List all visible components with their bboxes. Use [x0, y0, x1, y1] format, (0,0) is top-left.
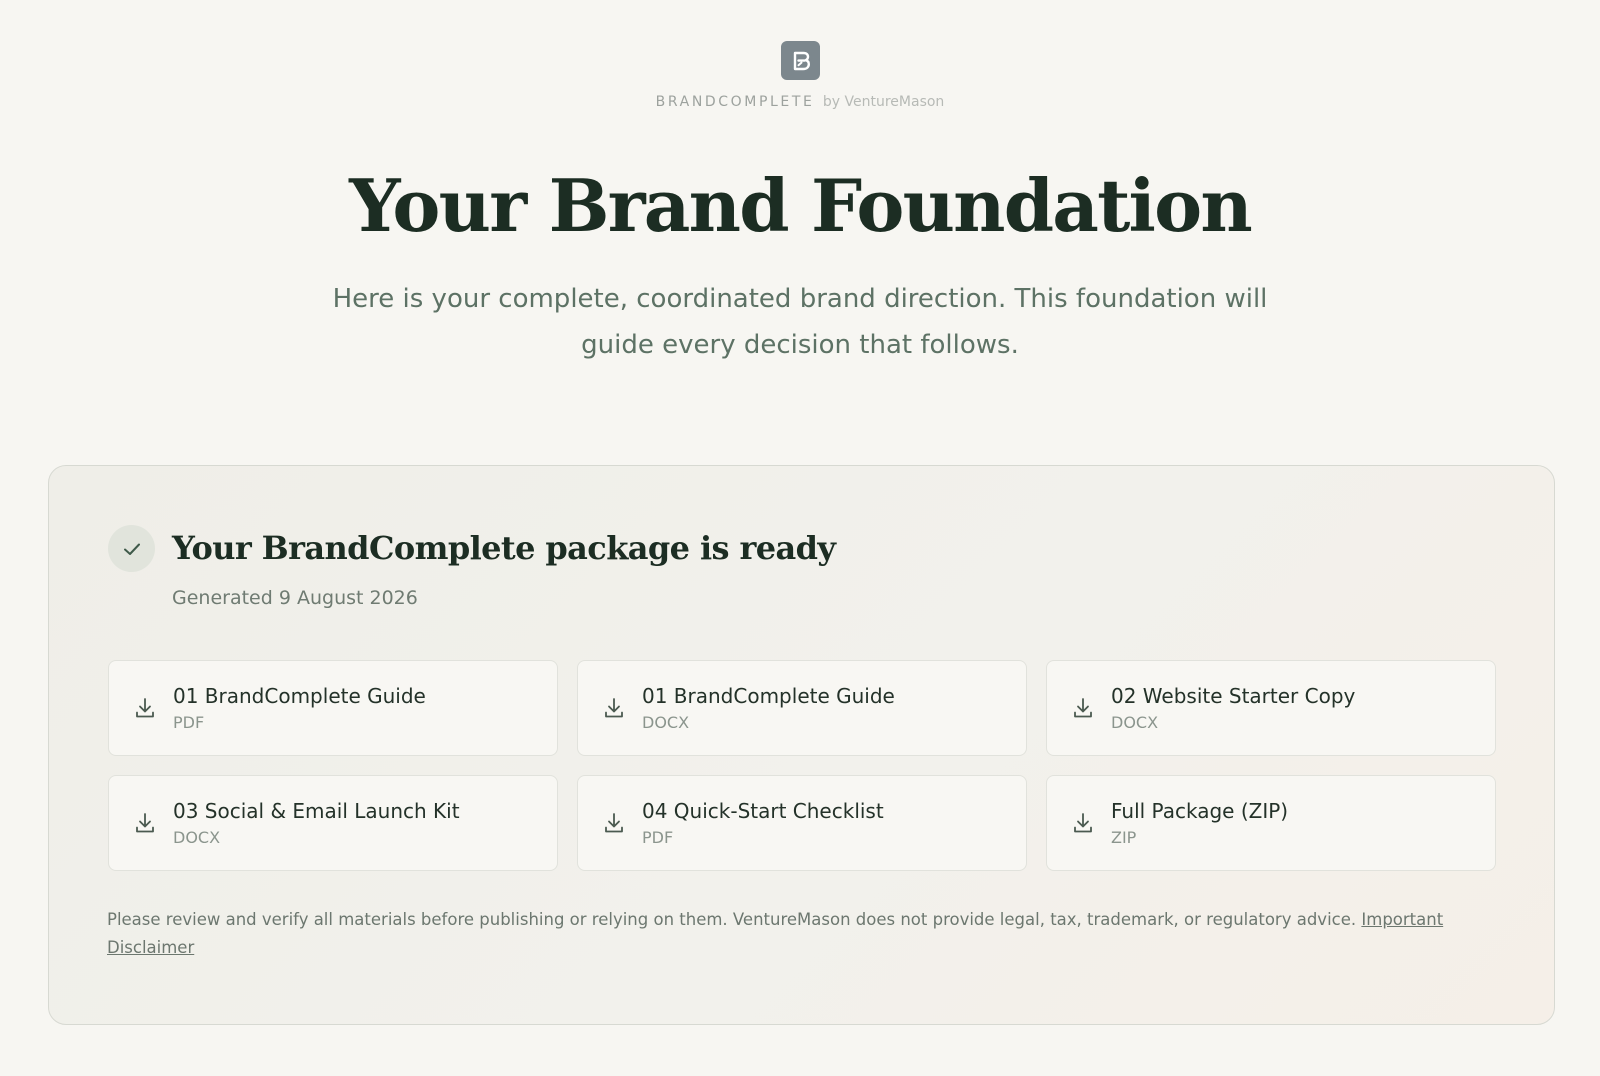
disclaimer-text: Please review and verify all materials b…	[107, 910, 1357, 929]
checkmark-icon	[123, 543, 140, 555]
file-format: PDF	[642, 828, 674, 847]
download-card-guide-docx[interactable]: 01 BrandComplete Guide DOCX	[577, 660, 1027, 756]
download-card-checklist[interactable]: 04 Quick-Start Checklist PDF	[577, 775, 1027, 871]
brand-b-logo-icon	[793, 51, 810, 70]
download-icon	[136, 813, 154, 833]
package-ready-title: Your BrandComplete package is ready	[172, 529, 836, 567]
file-format: PDF	[173, 713, 205, 732]
download-icon	[605, 698, 623, 718]
brand-name: BRANDCOMPLETE	[655, 94, 815, 110]
download-grid: 01 BrandComplete Guide PDF 01 BrandCompl…	[108, 660, 1496, 871]
download-card-website-copy[interactable]: 02 Website Starter Copy DOCX	[1046, 660, 1496, 756]
file-name: 04 Quick-Start Checklist	[642, 799, 884, 823]
download-icon	[1074, 813, 1092, 833]
ready-badge	[108, 525, 155, 572]
download-icon	[136, 698, 154, 718]
file-format: DOCX	[1111, 713, 1159, 732]
disclaimer: Please review and verify all materials b…	[107, 906, 1497, 962]
file-name: 03 Social & Email Launch Kit	[173, 799, 460, 823]
file-format: ZIP	[1111, 828, 1137, 847]
download-card-social-email-kit[interactable]: 03 Social & Email Launch Kit DOCX	[108, 775, 558, 871]
page: BRANDCOMPLETE by VentureMason Your Brand…	[0, 0, 1600, 1076]
file-name: Full Package (ZIP)	[1111, 799, 1289, 823]
generated-date: Generated 9 August 2026	[172, 587, 418, 609]
page-subtitle: Here is your complete, coordinated brand…	[332, 284, 1268, 360]
page-title: Your Brand Foundation	[349, 163, 1253, 248]
file-name: 01 BrandComplete Guide	[173, 684, 426, 708]
brand-byline: by VentureMason	[822, 94, 945, 110]
download-icon	[1074, 698, 1092, 718]
download-card-guide-pdf[interactable]: 01 BrandComplete Guide PDF	[108, 660, 558, 756]
file-name: 01 BrandComplete Guide	[642, 684, 895, 708]
file-name: 02 Website Starter Copy	[1111, 684, 1356, 708]
download-card-full-package[interactable]: Full Package (ZIP) ZIP	[1046, 775, 1496, 871]
download-icon	[605, 813, 623, 833]
brand-logo	[781, 41, 820, 80]
brand-line: BRANDCOMPLETE by VentureMason	[0, 93, 1600, 111]
file-format: DOCX	[642, 713, 690, 732]
file-format: DOCX	[173, 828, 221, 847]
